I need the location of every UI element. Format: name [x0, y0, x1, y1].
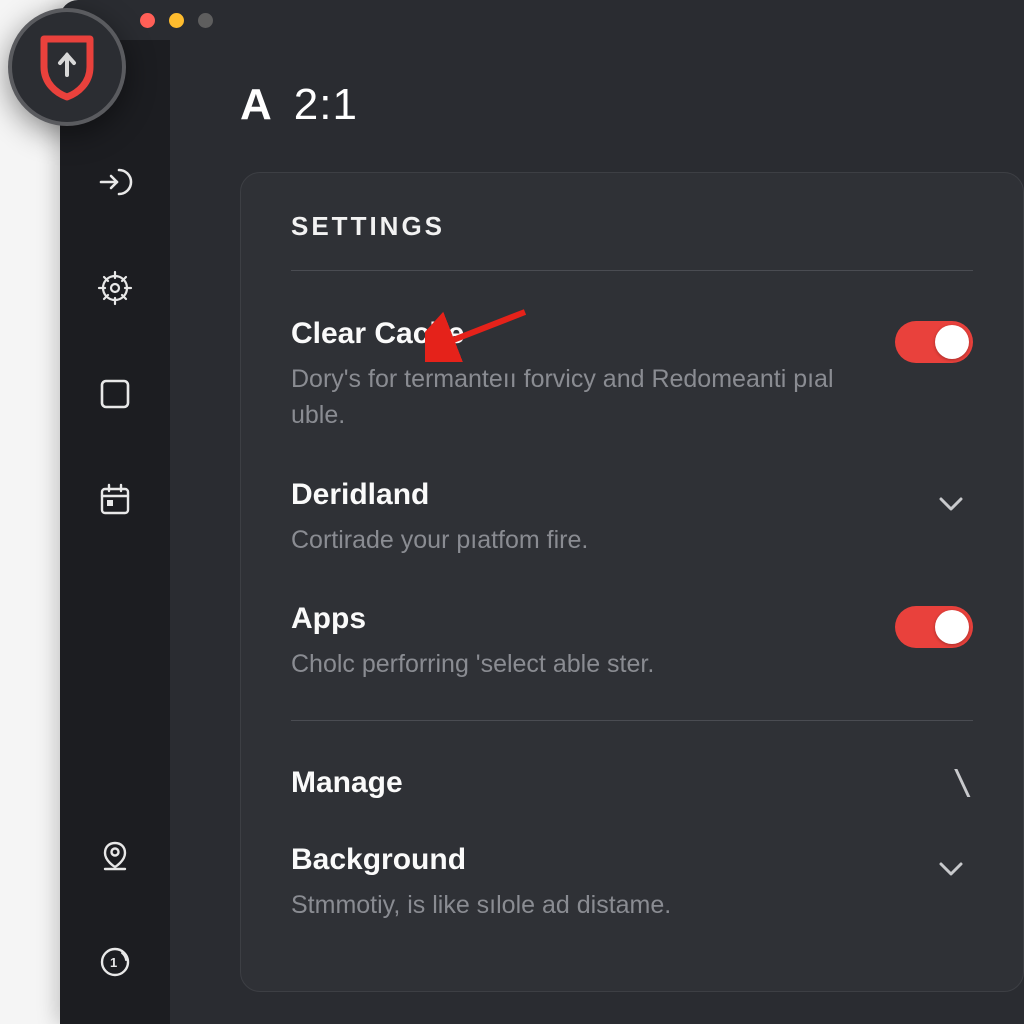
gear-icon[interactable]	[93, 266, 137, 310]
setting-row-deridland[interactable]: Deridland Cortirade your pıatfom fire.	[291, 466, 973, 590]
setting-label-deridland: Deridland	[291, 478, 899, 512]
setting-label-clear-cache: Clear Cache	[291, 317, 865, 351]
clock-icon[interactable]: 1	[93, 940, 137, 984]
window-close-button[interactable]	[140, 13, 155, 28]
setting-desc-background: Stmmotiy, is like sılole ad distame.	[291, 887, 899, 923]
square-icon[interactable]	[93, 372, 137, 416]
settings-card: SETTINGS Clear Cache Dory's for termante…	[240, 172, 1024, 992]
header-letter: A	[240, 80, 272, 130]
divider	[291, 720, 973, 721]
calendar-icon[interactable]	[93, 478, 137, 522]
setting-row-clear-cache: Clear Cache Dory's for termanteıı forvic…	[291, 305, 973, 466]
settings-title: SETTINGS	[291, 211, 973, 242]
setting-label-background: Background	[291, 843, 899, 877]
divider	[291, 270, 973, 271]
location-icon[interactable]	[93, 834, 137, 878]
chevron-down-icon[interactable]	[929, 482, 973, 526]
window-maximize-button[interactable]	[198, 13, 213, 28]
content-area: 1 A 2:1 SETTINGS Clear Cache Dory's for …	[60, 40, 1024, 1024]
setting-row-background[interactable]: Background Stmmotiy, is like sılole ad d…	[291, 831, 973, 933]
header-row: A 2:1	[240, 80, 1024, 130]
app-window: 1 A 2:1 SETTINGS Clear Cache Dory's for …	[60, 0, 1024, 1024]
chevron-down-icon[interactable]	[929, 847, 973, 891]
setting-desc-clear-cache: Dory's for termanteıı forvicy and Redome…	[291, 361, 865, 434]
toggle-clear-cache[interactable]	[895, 321, 973, 363]
setting-desc-apps: Cholc perforring 'select able ster.	[291, 646, 865, 682]
backslash-icon[interactable]: \	[953, 763, 973, 803]
setting-desc-deridland: Cortirade your pıatfom fire.	[291, 522, 899, 558]
main-panel: A 2:1 SETTINGS Clear Cache Dory's for te…	[170, 40, 1024, 1024]
toggle-apps[interactable]	[895, 606, 973, 648]
setting-label-apps: Apps	[291, 602, 865, 636]
svg-text:1: 1	[110, 955, 117, 970]
shield-badge[interactable]	[8, 8, 126, 126]
sidebar: 1	[60, 40, 170, 1024]
setting-row-apps: Apps Cholc perforring 'select able ster.	[291, 590, 973, 714]
enter-icon[interactable]	[93, 160, 137, 204]
title-bar	[60, 0, 1024, 40]
section-manage[interactable]: Manage \	[291, 755, 973, 831]
header-time: 2:1	[294, 80, 358, 130]
section-label-manage: Manage	[291, 766, 403, 800]
window-minimize-button[interactable]	[169, 13, 184, 28]
